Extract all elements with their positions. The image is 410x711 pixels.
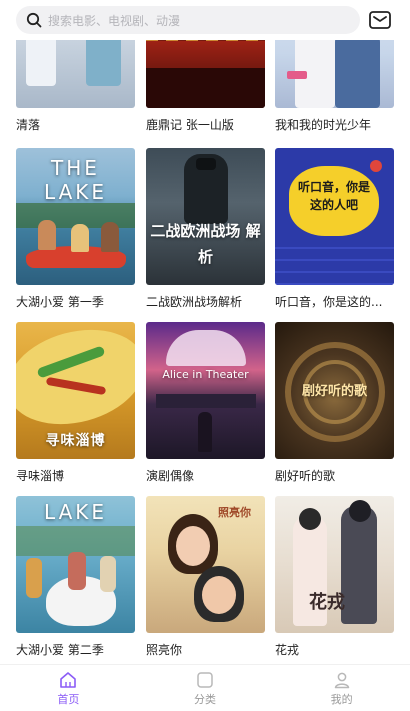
video-card[interactable]: 花戎 花戎	[275, 496, 394, 658]
poster-caption: LAKE	[43, 500, 108, 524]
search-bar[interactable]: 搜索电影、电视剧、动漫	[16, 6, 360, 34]
video-poster[interactable]: THE LAKE	[16, 148, 135, 285]
tab-home[interactable]: 首页	[0, 665, 137, 711]
video-poster[interactable]: 剧好听的歌	[275, 322, 394, 459]
top-bar: 搜索电影、电视剧、动漫	[0, 0, 410, 40]
video-title: 清落	[16, 118, 41, 132]
user-icon	[334, 672, 349, 689]
video-title: 大湖小爱 第一季	[16, 295, 104, 309]
video-card[interactable]: 听口音，你是这的人吧 听口音，你是这的...	[275, 148, 394, 310]
home-icon	[60, 672, 77, 688]
video-poster[interactable]: 照亮你	[146, 496, 265, 633]
tab-label: 首页	[57, 693, 80, 706]
video-title: 花戎	[275, 643, 300, 657]
video-poster[interactable]: LAKE	[16, 496, 135, 633]
poster-caption: 寻味淄博	[45, 433, 106, 449]
video-card[interactable]: 照亮你 照亮你	[146, 496, 265, 658]
video-card[interactable]: THE LAKE 大湖小爱 第一季	[16, 148, 135, 310]
video-card[interactable]: LAKE 大湖小爱 第二季	[16, 496, 135, 658]
poster-caption: 剧好听的歌	[301, 384, 367, 399]
tab-mine[interactable]: 我的	[273, 665, 410, 711]
video-card[interactable]: Alice in Theater 演剧偶像	[146, 322, 265, 484]
poster-caption: Alice in Theater	[162, 368, 249, 381]
video-title: 听口音，你是这的...	[275, 295, 383, 309]
video-poster[interactable]: Alice in Theater	[146, 322, 265, 459]
video-title: 寻味淄博	[16, 469, 65, 483]
video-card[interactable]: 二战欧洲战场 解析 二战欧洲战场解析	[146, 148, 265, 310]
tab-label: 我的	[330, 693, 353, 706]
poster-caption: THE LAKE	[43, 156, 108, 204]
bottom-tab-bar: 首页 分类 我的	[0, 664, 410, 711]
video-poster[interactable]: 花戎	[275, 496, 394, 633]
video-title: 照亮你	[146, 643, 183, 657]
video-title: 剧好听的歌	[275, 469, 336, 483]
poster-caption: 二战欧洲战场 解析	[150, 222, 261, 266]
video-poster[interactable]: 寻味淄博	[16, 322, 135, 459]
poster-caption: 听口音，你是这的人吧	[297, 180, 370, 212]
search-placeholder: 搜索电影、电视剧、动漫	[48, 13, 181, 28]
tab-category[interactable]: 分类	[137, 665, 274, 711]
video-poster[interactable]: 听口音，你是这的人吧	[275, 148, 394, 285]
tab-label: 分类	[194, 693, 216, 706]
mail-icon[interactable]	[368, 9, 392, 31]
video-title: 演剧偶像	[146, 469, 195, 483]
video-poster[interactable]: 二战欧洲战场 解析	[146, 148, 265, 285]
poster-caption: 照亮你	[218, 506, 251, 519]
video-title: 大湖小爱 第二季	[16, 643, 104, 657]
category-icon	[197, 672, 213, 688]
video-title: 鹿鼎记 张一山版	[146, 118, 234, 132]
search-icon	[26, 12, 42, 28]
video-card[interactable]: 寻味淄博 寻味淄博	[16, 322, 135, 484]
video-card[interactable]: 剧好听的歌 剧好听的歌	[275, 322, 394, 484]
poster-caption: 花戎	[309, 592, 345, 613]
video-title: 二战欧洲战场解析	[146, 295, 243, 309]
video-title: 我和我的时光少年	[275, 118, 372, 132]
